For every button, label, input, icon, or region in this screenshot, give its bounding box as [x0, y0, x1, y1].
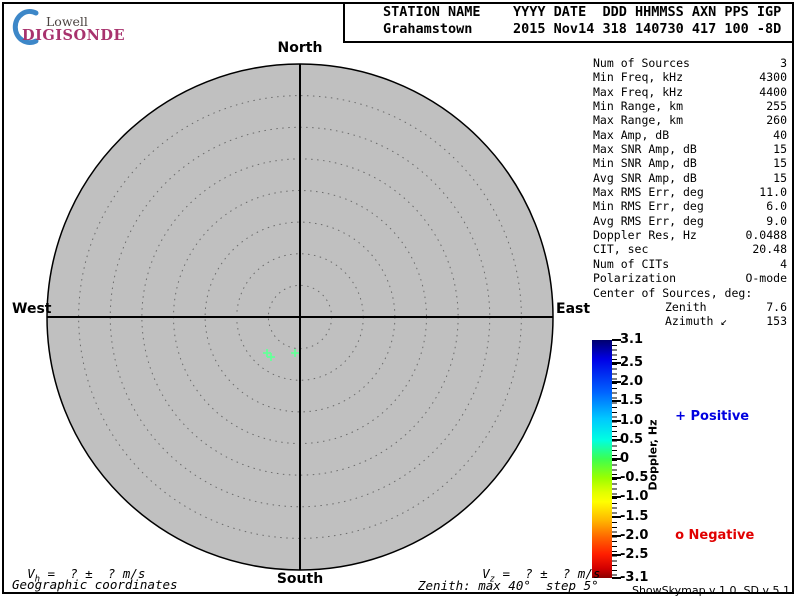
info-row-label: Min Range, km — [593, 99, 684, 114]
info-row: Center of Sources, deg: — [593, 286, 787, 300]
info-row-value: 15 — [773, 170, 787, 185]
info-row-label: Min Freq, kHz — [593, 70, 684, 85]
info-row-value: 260 — [766, 113, 787, 128]
info-row-label: Avg SNR Amp, dB — [593, 170, 697, 185]
info-row: Max Freq, kHz 4400 — [593, 85, 787, 99]
info-row: Doppler Res, Hz 0.0488 — [593, 228, 787, 242]
info-row-value: O-mode — [745, 271, 787, 286]
circle-marker-icon: o — [675, 528, 684, 543]
info-row-value: 4400 — [759, 84, 787, 99]
legend-negative-label: Negative — [688, 528, 755, 543]
info-row: Max SNR Amp, dB 15 — [593, 142, 787, 156]
info-row-label: Center of Sources, deg: — [593, 285, 753, 300]
info-row: Min RMS Err, deg 6.0 — [593, 199, 787, 213]
colorbar-tick-label: 2.5 — [620, 355, 644, 371]
info-row: Num of CITs 4 — [593, 257, 787, 271]
info-row: Avg SNR Amp, dB 15 — [593, 171, 787, 185]
info-row-value: 153 — [766, 314, 787, 329]
info-row-value: 9.0 — [766, 213, 787, 228]
info-row-label: Num of CITs — [593, 256, 670, 271]
info-row: Max RMS Err, deg 11.0 — [593, 185, 787, 199]
info-row-value: 0.0488 — [745, 228, 787, 243]
coordinates-note: Geographic coordinates — [12, 577, 178, 592]
info-row-label: CIT, sec — [593, 242, 649, 257]
colorbar-tick-label: -1.0 — [620, 489, 649, 505]
info-row: Zenith 7.6 — [593, 300, 787, 314]
info-row-label: Zenith — [665, 299, 707, 314]
info-row-label: Min SNR Amp, dB — [593, 156, 697, 171]
info-row-label: Max Amp, dB — [593, 127, 670, 142]
compass-label-west: West — [12, 301, 52, 317]
info-row-value: 7.6 — [766, 299, 787, 314]
info-row-value: 3 — [780, 56, 787, 70]
colorbar-tick-label: -2.5 — [620, 546, 649, 562]
legend-positive-label: Positive — [690, 409, 750, 424]
info-row: Max Range, km 260 — [593, 113, 787, 127]
info-row-label: Min RMS Err, deg — [593, 199, 704, 214]
info-row-value: 4300 — [759, 70, 787, 85]
colorbar-tick-label: -1.5 — [620, 508, 649, 524]
info-row-value: 40 — [773, 127, 787, 142]
info-row-value: 15 — [773, 142, 787, 157]
info-row-label: Avg RMS Err, deg — [593, 213, 704, 228]
station-header-values: Grahamstown 2015 Nov14 318 140730 417 10… — [383, 21, 782, 37]
info-row-label: Azimuth ↙ — [665, 314, 728, 329]
info-row-label: Max RMS Err, deg — [593, 185, 704, 200]
legend-negative: o Negative — [666, 513, 754, 543]
info-row-value: 255 — [766, 99, 787, 114]
colorbar-tick-label: 2.0 — [620, 374, 644, 390]
compass-label-south: South — [276, 571, 324, 587]
info-row: CIT, sec 20.48 — [593, 242, 787, 256]
doppler-colorbar — [592, 340, 612, 578]
info-row: Num of Sources 3 — [593, 56, 787, 70]
colorbar-tick-label: 1.5 — [620, 393, 644, 409]
info-row-value: 11.0 — [759, 185, 787, 200]
info-row-value: 4 — [780, 256, 787, 271]
info-row: Min Freq, kHz 4300 — [593, 70, 787, 84]
info-row-value: 20.48 — [752, 242, 787, 257]
info-row-label: Max Freq, kHz — [593, 84, 684, 99]
colorbar-tick-label: -2.0 — [620, 527, 649, 543]
version-text: ShowSkymap v 1.0 SD v 5.1 — [631, 584, 790, 597]
compass-label-north: North — [277, 40, 323, 56]
info-row: Max Amp, dB 40 — [593, 128, 787, 142]
skymap-plot[interactable] — [20, 37, 580, 597]
info-row-label: Max Range, km — [593, 113, 684, 128]
info-row: Min SNR Amp, dB 15 — [593, 156, 787, 170]
info-row-value: 15 — [773, 156, 787, 171]
colorbar-tick-label: 3.1 — [620, 332, 644, 347]
compass-label-east: East — [556, 301, 591, 317]
info-row: Avg RMS Err, deg 9.0 — [593, 214, 787, 228]
info-row-label: Doppler Res, Hz — [593, 228, 697, 243]
info-row-label: Max SNR Amp, dB — [593, 142, 697, 157]
doppler-colorbar-title: Doppler, Hz — [646, 419, 660, 491]
info-row: Polarization O-mode — [593, 271, 787, 285]
plus-marker-icon: + — [675, 409, 686, 424]
info-row-label: Polarization — [593, 271, 677, 286]
info-row-value: 6.0 — [766, 199, 787, 214]
info-panel: Num of Sources 3 Min Freq, kHz 4300 Max Freq… — [593, 56, 787, 329]
station-header-columns: STATION NAME YYYY DATE DDD HHMMSS AXN PP… — [383, 4, 782, 20]
legend-positive: + Positive — [666, 394, 749, 424]
info-row-label: Num of Sources — [593, 56, 690, 70]
zenith-range-note: Zenith: max 40° step 5° — [418, 578, 599, 593]
info-row: Min Range, km 255 — [593, 99, 787, 113]
info-row: Azimuth ↙ 153 — [593, 314, 787, 328]
